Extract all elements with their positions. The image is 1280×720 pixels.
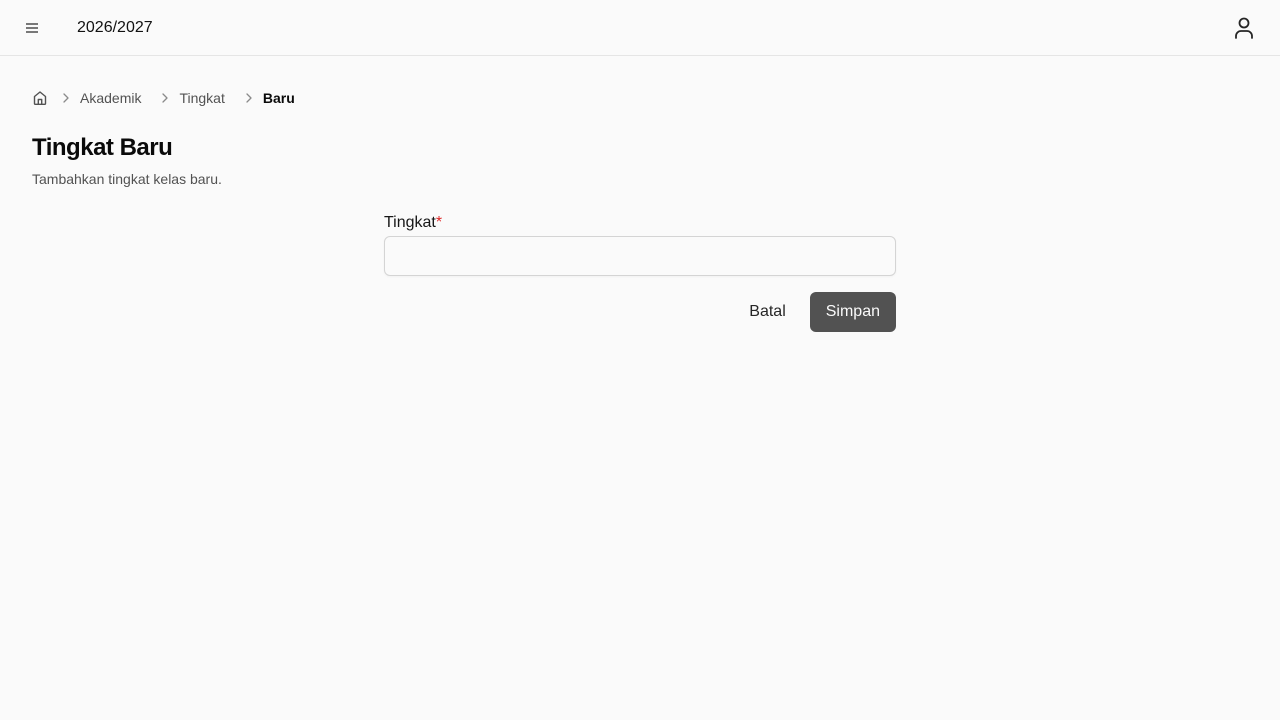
top-bar: 2026/2027 [0, 0, 1280, 56]
page-subtitle: Tambahkan tingkat kelas baru. [32, 171, 222, 187]
breadcrumb-current: Baru [262, 90, 295, 106]
chevron-right-icon [157, 90, 173, 106]
tingkat-input[interactable] [384, 236, 896, 276]
user-icon [1235, 17, 1253, 39]
breadcrumb-home[interactable] [32, 90, 48, 106]
breadcrumb-item-akademik[interactable]: Akademik [80, 90, 141, 106]
required-marker: * [435, 214, 443, 231]
chevron-right-icon [241, 90, 257, 106]
tingkat-label-text: Tingkat [384, 214, 436, 231]
save-button[interactable]: Simpan [809, 292, 896, 332]
page-title: Tingkat Baru [32, 134, 173, 161]
user-menu-button[interactable] [1232, 16, 1256, 40]
tingkat-form: Tingkat* Batal Simpan [384, 213, 896, 332]
menu-icon [26, 23, 38, 33]
home-icon [33, 91, 47, 105]
breadcrumb: Akademik Tingkat Baru [32, 88, 295, 108]
breadcrumb-item-tingkat[interactable]: Tingkat [179, 90, 224, 106]
academic-year-selector[interactable]: 2026/2027 [77, 18, 153, 38]
menu-button[interactable] [16, 12, 48, 44]
tingkat-field-label: Tingkat* [384, 214, 442, 231]
form-actions: Batal Simpan [384, 292, 896, 332]
chevron-right-icon [58, 90, 74, 106]
cancel-button[interactable]: Batal [733, 292, 801, 332]
